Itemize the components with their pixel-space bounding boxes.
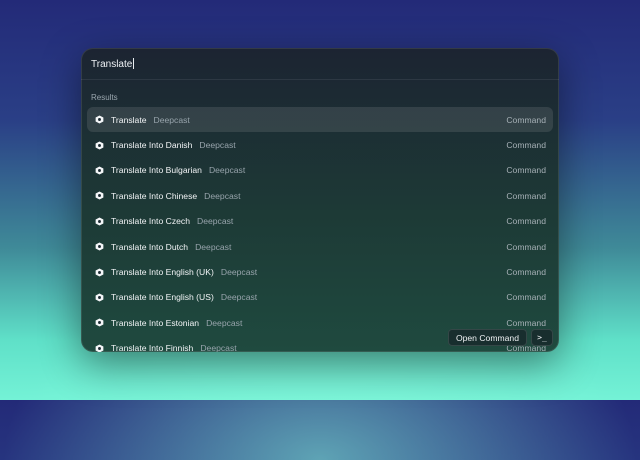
result-type: Command	[506, 140, 546, 151]
search-input[interactable]: Translate	[91, 58, 135, 71]
deepcast-icon	[95, 293, 104, 302]
list-item[interactable]: Translate Into Danish Deepcast Command	[87, 132, 553, 157]
result-subtitle: Deepcast	[199, 140, 236, 151]
list-item[interactable]: Translate Into Czech Deepcast Command	[87, 209, 553, 234]
result-type: Command	[506, 190, 546, 201]
deepcast-icon	[95, 191, 104, 200]
result-subtitle: Deepcast	[204, 190, 241, 201]
result-subtitle: Deepcast	[200, 343, 237, 352]
deepcast-icon	[95, 267, 104, 277]
result-subtitle: Deepcast	[220, 267, 258, 278]
result-title: Translate Into Dutch	[111, 241, 189, 252]
terminal-icon[interactable]: >_	[531, 329, 553, 346]
list-item[interactable]: Translate Into Chinese Deepcast Command	[87, 183, 553, 208]
deepcast-icon	[95, 318, 104, 327]
result-type: Command	[506, 216, 546, 227]
deepcast-icon	[95, 344, 104, 352]
deepcast-icon	[95, 242, 104, 251]
deepcast-icon	[95, 141, 104, 150]
command-palette-window: Translate Results Translate Deepcast Com…	[81, 48, 559, 352]
result-subtitle: Deepcast	[208, 165, 246, 176]
list-item[interactable]: Translate Into English (UK) Deepcast Com…	[87, 259, 553, 284]
result-type: Command	[506, 292, 546, 303]
section-label-results: Results	[91, 93, 118, 102]
results-list: Translate Deepcast Command Translate Int…	[87, 107, 553, 352]
list-item[interactable]: Translate Into English (US) Deepcast Com…	[87, 285, 553, 310]
result-type: Command	[506, 114, 546, 125]
deepcast-icon	[95, 166, 104, 175]
result-type: Command	[506, 317, 546, 328]
result-title: Translate Into Estonian	[111, 317, 200, 328]
list-item[interactable]: Translate Deepcast Command	[87, 107, 553, 133]
result-title: Translate Into Bulgarian	[111, 165, 202, 176]
result-type: Command	[506, 267, 546, 278]
result-subtitle: Deepcast	[196, 216, 234, 227]
search-input-value: Translate	[91, 59, 133, 70]
result-title: Translate Into Danish	[111, 140, 193, 151]
text-caret	[133, 58, 135, 69]
result-title: Translate Into English (US)	[111, 292, 214, 303]
result-type: Command	[506, 241, 546, 252]
list-item[interactable]: Translate Into Bulgarian Deepcast Comman…	[87, 158, 553, 183]
result-subtitle: Deepcast	[153, 114, 190, 125]
action-bar: Open Command >_	[447, 329, 553, 346]
result-title: Translate	[111, 114, 147, 125]
open-command-button[interactable]: Open Command	[447, 329, 527, 346]
result-subtitle: Deepcast	[220, 292, 258, 303]
deepcast-icon	[95, 217, 104, 226]
result-title: Translate Into English (UK)	[111, 267, 214, 278]
result-subtitle: Deepcast	[206, 317, 243, 328]
result-subtitle: Deepcast	[195, 241, 232, 252]
list-item[interactable]: Translate Into Dutch Deepcast Command	[87, 234, 553, 259]
deepcast-icon	[95, 115, 104, 124]
result-title: Translate Into Finnish	[111, 343, 194, 352]
search-bar[interactable]: Translate	[81, 48, 559, 80]
result-type: Command	[506, 165, 546, 176]
result-title: Translate Into Chinese	[111, 190, 198, 201]
result-title: Translate Into Czech	[111, 216, 190, 227]
